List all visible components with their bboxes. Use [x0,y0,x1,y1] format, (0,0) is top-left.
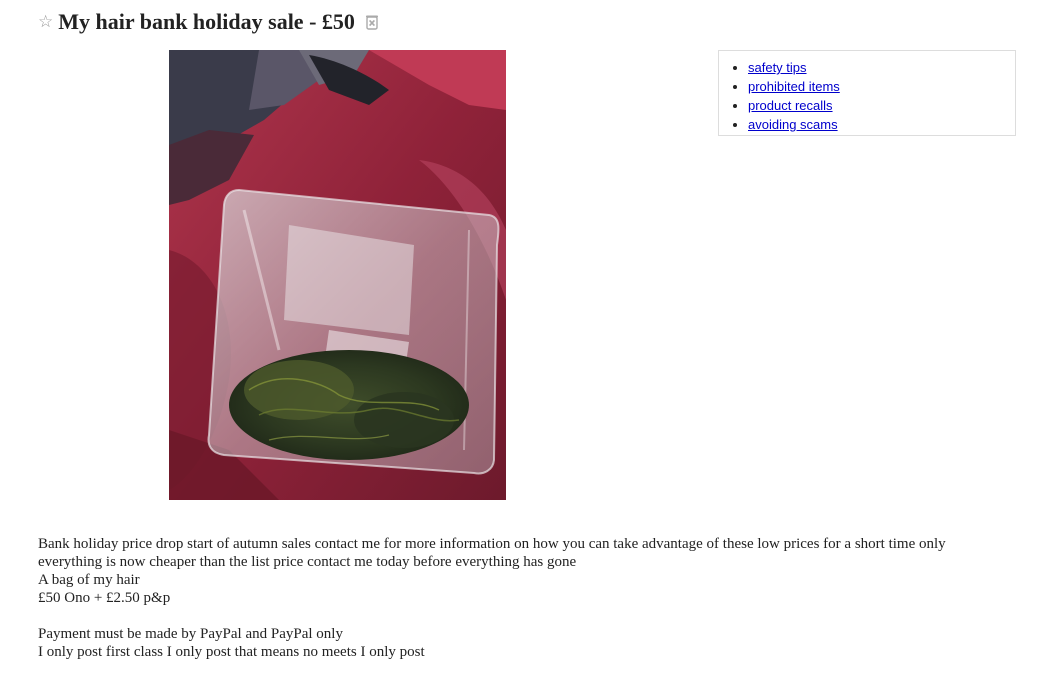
star-icon[interactable]: ☆ [38,13,53,31]
hide-icon[interactable] [365,14,379,30]
safety-links-list: safety tips prohibited items product rec… [719,51,1015,134]
safety-link-item: prohibited items [748,77,1015,96]
body-line: A bag of my hair [38,572,140,588]
prohibited-items-link[interactable]: prohibited items [748,79,840,94]
page-title: My hair bank holiday sale - £50 [58,9,355,34]
body-line: Payment must be made by PayPal and PayPa… [38,626,343,642]
product-recalls-link[interactable]: product recalls [748,98,833,113]
body-spacer [38,607,1028,625]
safety-tips-link[interactable]: safety tips [748,60,807,75]
title-row: ☆ My hair bank holiday sale - £50 [38,8,379,36]
listing-photo[interactable] [169,50,506,500]
posting-body: Bank holiday price drop start of autumn … [38,535,1028,661]
safety-link-item: safety tips [748,58,1015,77]
safety-links-box: safety tips prohibited items product rec… [718,50,1016,136]
body-line: Bank holiday price drop start of autumn … [38,536,946,552]
safety-link-item: avoiding scams [748,115,1015,134]
body-line: everything is now cheaper than the list … [38,554,577,570]
body-line: £50 Ono + £2.50 p&p [38,590,171,606]
safety-link-item: product recalls [748,96,1015,115]
avoiding-scams-link[interactable]: avoiding scams [748,117,838,132]
body-line: I only post first class I only post that… [38,644,425,660]
